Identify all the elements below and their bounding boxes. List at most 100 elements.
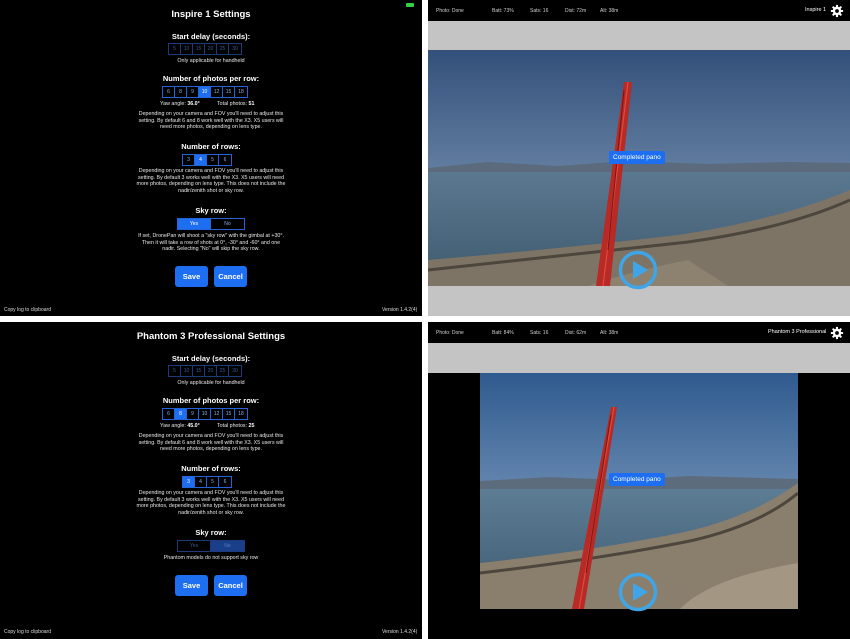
rows-help-text: Depending on your camera and FOV you'll … [0, 490, 422, 516]
help-line: need more photos, depending on lens type… [160, 446, 262, 453]
total-photos-value: 51 [248, 101, 255, 107]
version-label: Version 1.4.2(4) [382, 629, 418, 635]
start-delay-label: Start delay (seconds): [171, 354, 251, 363]
yaw-angle: Yaw angle: 45.0° [160, 423, 200, 429]
start-delay-option[interactable]: 25 [217, 44, 229, 54]
sky-row-yes[interactable]: Yes [178, 219, 211, 229]
start-delay-option[interactable]: 25 [217, 366, 229, 376]
copy-log-link[interactable]: Copy log to clipboard [4, 307, 51, 313]
help-line: more photos, depending on lens type. Thi… [136, 503, 286, 510]
rows-option[interactable]: 5 [207, 155, 219, 165]
help-line: Depending on your camera and FOV you'll … [138, 111, 284, 117]
photos-per-row-option-selected[interactable]: 8 [175, 409, 187, 419]
photos-per-row-label: Number of photos per row: [162, 74, 260, 83]
phantom-settings-panel: Phantom 3 Professional Settings Start de… [0, 322, 422, 639]
start-delay-option[interactable]: 10 [181, 366, 193, 376]
sky-row-no[interactable]: No [211, 219, 244, 229]
rows-option-selected[interactable]: 3 [183, 477, 195, 487]
save-button[interactable]: Save [175, 266, 208, 287]
start-delay-option[interactable]: 5 [169, 44, 181, 54]
help-line: Depending on your camera and FOV you'll … [138, 433, 284, 439]
help-line: more photos, depending on lens type. Thi… [136, 181, 286, 188]
save-button[interactable]: Save [175, 575, 208, 596]
rows-label: Number of rows: [181, 464, 241, 473]
start-delay-option[interactable]: 20 [205, 366, 217, 376]
drone-model: Inspire 1 [805, 7, 827, 13]
sky-row-label: Sky row: [195, 206, 227, 215]
rows-option-selected[interactable]: 4 [195, 155, 207, 165]
photos-per-row-selector[interactable]: 6 8 9 10 12 15 18 [162, 408, 248, 420]
help-line: need more photos, depending on lens type… [160, 124, 262, 131]
version-label: Version 1.4.2(4) [382, 307, 418, 313]
completed-pano-label[interactable]: Completed pano [609, 473, 665, 486]
start-delay-option[interactable]: 15 [193, 44, 205, 54]
start-delay-option[interactable]: 30 [229, 366, 241, 376]
help-line: Depending on your camera and FOV you'll … [138, 168, 284, 174]
start-delay-option[interactable]: 20 [205, 44, 217, 54]
battery-status: Batt: 73% [492, 8, 514, 14]
start-delay-selector[interactable]: 5 10 15 20 25 30 [168, 43, 242, 55]
help-line: Phantom models do not support sky row [163, 555, 259, 561]
top-gray-band [428, 21, 850, 50]
play-icon[interactable] [618, 250, 658, 290]
total-photos: Total photos: 51 [217, 101, 254, 107]
rows-option[interactable]: 5 [207, 477, 219, 487]
photos-per-row-option[interactable]: 6 [163, 409, 175, 419]
total-photos-label: Total photos: [217, 423, 248, 429]
inspire-camera-panel: Photo: Done Batt: 73% Sats: 16 Dist: 72m… [428, 0, 850, 316]
help-line: nadir/zenith shot or sky row. [178, 187, 244, 194]
cancel-button[interactable]: Cancel [214, 266, 247, 287]
photos-per-row-option[interactable]: 12 [211, 409, 223, 419]
photos-per-row-option[interactable]: 9 [187, 87, 199, 97]
start-delay-option[interactable]: 15 [193, 366, 205, 376]
play-icon[interactable] [618, 572, 658, 612]
rows-option[interactable]: 6 [219, 477, 231, 487]
sky-row-help-text: Phantom models do not support sky row [0, 555, 422, 562]
start-delay-option[interactable]: 10 [181, 44, 193, 54]
sky-row-selector[interactable]: Yes No [177, 540, 245, 552]
altitude-status: Alt: 38m [600, 330, 619, 336]
photos-per-row-option[interactable]: 15 [223, 409, 235, 419]
rows-selector[interactable]: 3 4 5 6 [182, 154, 232, 166]
rows-label: Number of rows: [181, 142, 241, 151]
photos-per-row-option[interactable]: 10 [199, 409, 211, 419]
gear-icon[interactable] [830, 4, 844, 18]
rows-option[interactable]: 3 [183, 155, 195, 165]
cancel-button[interactable]: Cancel [214, 575, 247, 596]
yaw-angle-label: Yaw angle: [160, 423, 186, 429]
copy-log-link[interactable]: Copy log to clipboard [4, 629, 51, 635]
photos-per-row-option[interactable]: 15 [223, 87, 235, 97]
photos-per-row-option[interactable]: 12 [211, 87, 223, 97]
sky-row-selector[interactable]: Yes No [177, 218, 245, 230]
photo-status: Photo: Done [436, 330, 464, 336]
photos-per-row-option[interactable]: 6 [163, 87, 175, 97]
help-line: setting. By default 6 and 8 work well wi… [138, 117, 284, 124]
help-line: setting. By default 3 works well with th… [137, 174, 285, 181]
rows-selector[interactable]: 3 4 5 6 [182, 476, 232, 488]
completed-pano-label[interactable]: Completed pano [609, 151, 665, 164]
sky-row-no[interactable]: No [211, 541, 244, 551]
sky-row-yes[interactable]: Yes [178, 541, 211, 551]
photos-per-row-selector[interactable]: 6 8 9 10 12 15 18 [162, 86, 248, 98]
photos-help-text: Depending on your camera and FOV you'll … [0, 433, 422, 453]
photos-per-row-option[interactable]: 9 [187, 409, 199, 419]
inspire-settings-panel: Inspire 1 Settings Start delay (seconds)… [0, 0, 422, 316]
photo-status: Photo: Done [436, 8, 464, 14]
yaw-angle-label: Yaw angle: [160, 101, 186, 107]
start-delay-option[interactable]: 30 [229, 44, 241, 54]
photos-per-row-option-selected[interactable]: 10 [199, 87, 211, 97]
phantom-camera-panel: Photo: Done Batt: 84% Sats: 16 Dist: 62m… [428, 322, 850, 639]
help-line: setting. By default 6 and 8 work well wi… [138, 439, 284, 446]
rows-help-text: Depending on your camera and FOV you'll … [0, 168, 422, 194]
battery-indicator [406, 3, 414, 7]
start-delay-option[interactable]: 5 [169, 366, 181, 376]
rows-option[interactable]: 6 [219, 155, 231, 165]
gear-icon[interactable] [830, 326, 844, 340]
photos-per-row-option[interactable]: 8 [175, 87, 187, 97]
help-line: Depending on your camera and FOV you'll … [138, 490, 284, 496]
handheld-note: Only applicable for handheld [177, 58, 245, 64]
start-delay-selector[interactable]: 5 10 15 20 25 30 [168, 365, 242, 377]
rows-option[interactable]: 4 [195, 477, 207, 487]
photos-per-row-option[interactable]: 18 [235, 87, 247, 97]
photos-per-row-option[interactable]: 18 [235, 409, 247, 419]
